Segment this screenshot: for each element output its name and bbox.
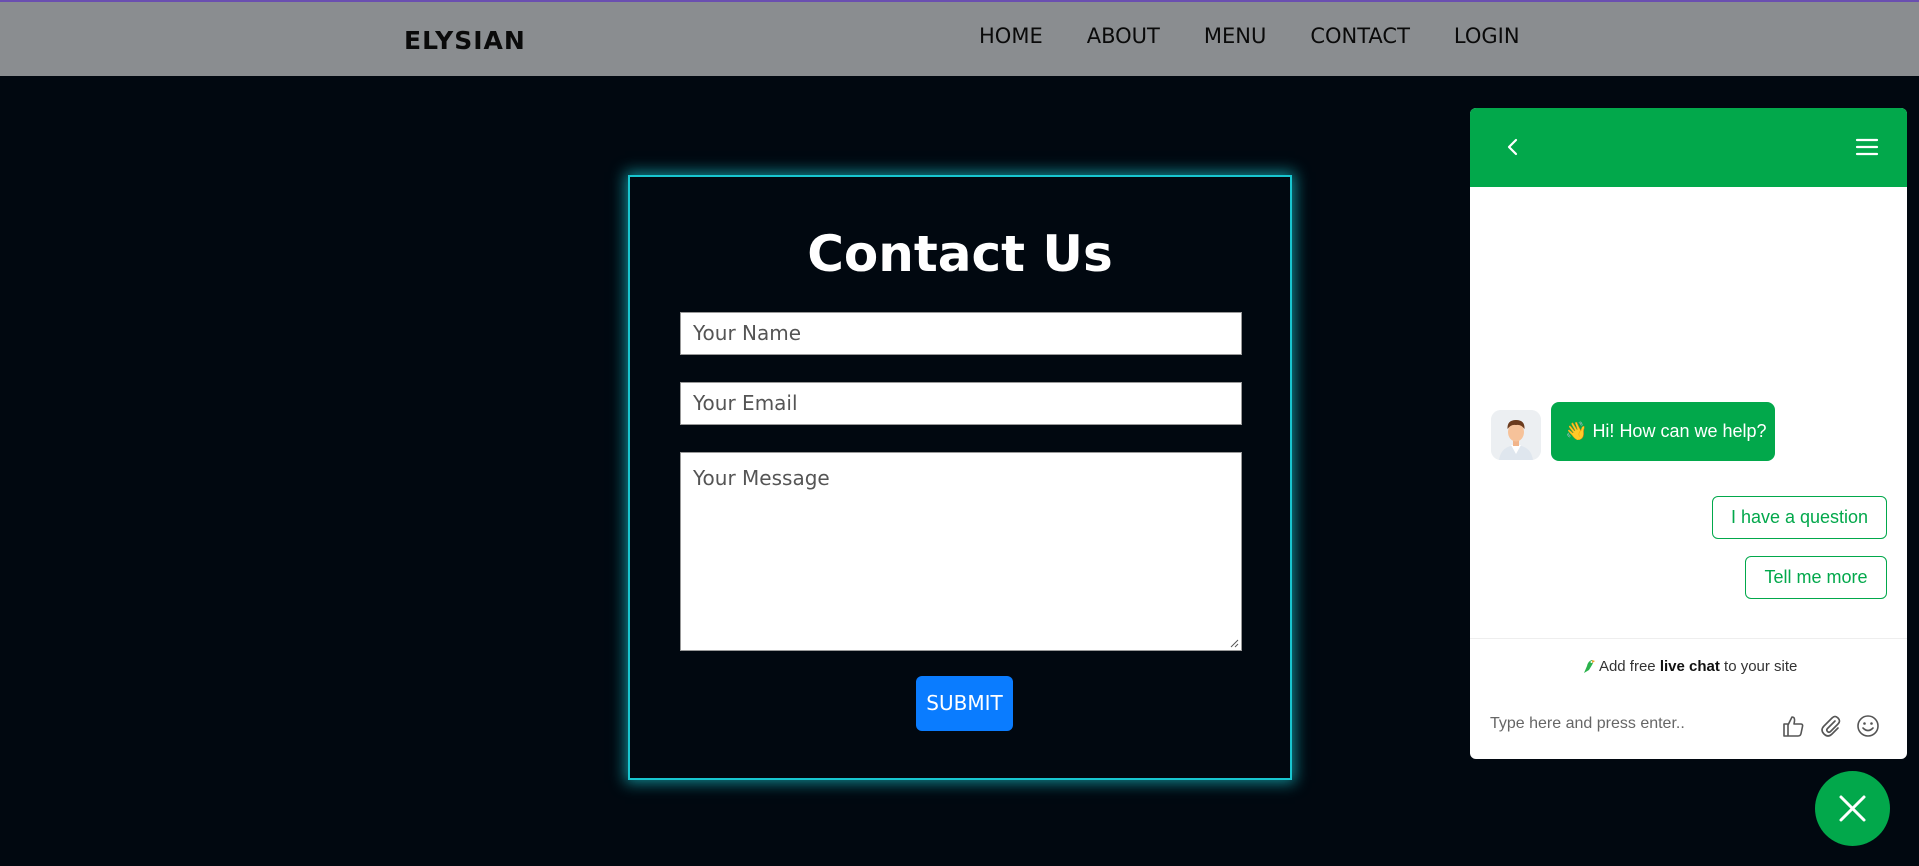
name-input[interactable]: Your Name <box>680 312 1242 355</box>
submit-button[interactable]: SUBMIT <box>916 676 1013 731</box>
chat-widget: 👋 Hi! How can we help? I have a question… <box>1470 108 1907 759</box>
nav-link-about[interactable]: ABOUT <box>1087 24 1160 48</box>
paperclip-icon[interactable] <box>1818 713 1844 739</box>
message-textarea[interactable]: Your Message <box>680 452 1242 651</box>
chat-header <box>1470 108 1907 187</box>
nav-link-menu[interactable]: MENU <box>1204 24 1266 48</box>
parrot-icon <box>1583 660 1595 673</box>
greeting-bubble: 👋 Hi! How can we help? <box>1551 402 1775 461</box>
email-input[interactable]: Your Email <box>680 382 1242 425</box>
wave-emoji: 👋 <box>1565 421 1588 441</box>
quick-reply-tell-more[interactable]: Tell me more <box>1745 556 1887 599</box>
nav-link-home[interactable]: HOME <box>979 24 1043 48</box>
menu-icon[interactable] <box>1855 136 1879 158</box>
nav-links: HOME ABOUT MENU CONTACT LOGIN <box>979 24 1520 48</box>
nav-link-contact[interactable]: CONTACT <box>1310 24 1410 48</box>
quick-reply-question[interactable]: I have a question <box>1712 496 1887 539</box>
back-icon[interactable] <box>1502 136 1524 158</box>
smiley-icon[interactable] <box>1855 713 1881 739</box>
message-placeholder: Your Message <box>693 466 830 490</box>
greeting-text: Hi! How can we help? <box>1592 421 1767 441</box>
chat-divider <box>1470 638 1907 639</box>
contact-form-card: Contact Us Your Name Your Email Your Mes… <box>628 175 1292 780</box>
chat-message-input[interactable]: Type here and press enter.. <box>1490 715 1685 733</box>
agent-avatar-icon <box>1491 410 1541 460</box>
agent-avatar <box>1491 410 1541 460</box>
nav-link-login[interactable]: LOGIN <box>1454 24 1520 48</box>
brand-logo[interactable]: ELYSIAN <box>404 26 526 55</box>
page-title: Contact Us <box>807 225 1113 283</box>
close-chat-button[interactable] <box>1815 771 1890 846</box>
navbar: ELYSIAN HOME ABOUT MENU CONTACT LOGIN <box>0 0 1919 76</box>
thumbs-up-icon[interactable] <box>1780 713 1806 739</box>
resize-handle-icon[interactable] <box>1229 638 1239 648</box>
powered-by-link[interactable]: Add free live chat to your site <box>1470 658 1907 675</box>
close-icon <box>1839 795 1866 822</box>
